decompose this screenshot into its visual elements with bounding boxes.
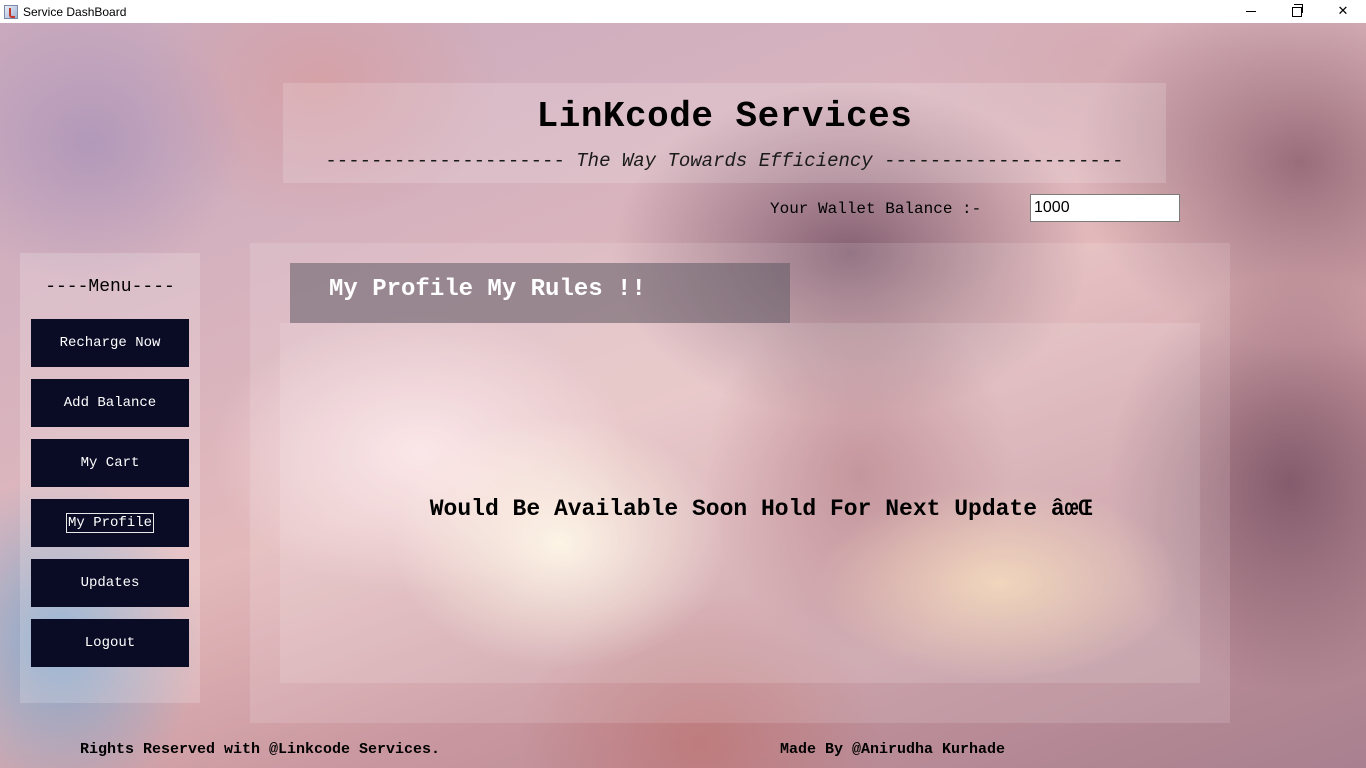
menu-heading: ----Menu---- <box>45 277 175 297</box>
recharge-now-button[interactable]: Recharge Now <box>31 319 189 367</box>
close-icon: ✕ <box>1337 4 1349 19</box>
footer-credit: Made By @Anirudha Kurhade <box>780 741 1006 758</box>
window-title: Service DashBoard <box>23 4 127 19</box>
logout-label: Logout <box>84 635 136 651</box>
tagline-dashes-right: --------------------- <box>884 150 1124 172</box>
wallet-balance-field[interactable] <box>1030 194 1180 222</box>
tagline-text: The Way Towards Efficiency <box>576 150 873 172</box>
tagline: --------------------- The Way Towards Ef… <box>283 150 1166 172</box>
my-profile-button[interactable]: My Profile <box>31 499 189 547</box>
section-heading: My Profile My Rules !! <box>329 276 646 303</box>
my-cart-button[interactable]: My Cart <box>31 439 189 487</box>
my-cart-label: My Cart <box>80 455 140 471</box>
logout-button[interactable]: Logout <box>31 619 189 667</box>
updates-button[interactable]: Updates <box>31 559 189 607</box>
app-title: LinKcode Services <box>536 96 913 137</box>
minimize-button[interactable] <box>1228 0 1274 23</box>
restore-button[interactable] <box>1274 0 1320 23</box>
add-balance-button[interactable]: Add Balance <box>31 379 189 427</box>
wallet-balance-label: Your Wallet Balance :- <box>770 200 982 218</box>
my-profile-label: My Profile <box>65 513 154 533</box>
footer-rights: Rights Reserved with @Linkcode Services. <box>80 741 441 758</box>
availability-notice: Would Be Available Soon Hold For Next Up… <box>429 496 1093 522</box>
minimize-icon <box>1246 11 1256 12</box>
window-titlebar: Service DashBoard ✕ <box>0 0 1366 23</box>
tagline-dashes-left: --------------------- <box>325 150 565 172</box>
window-controls: ✕ <box>1228 0 1366 23</box>
restore-icon <box>1292 3 1303 17</box>
add-balance-label: Add Balance <box>63 395 157 411</box>
java-app-icon <box>4 4 18 19</box>
recharge-now-label: Recharge Now <box>59 335 161 351</box>
updates-label: Updates <box>80 575 140 591</box>
close-button[interactable]: ✕ <box>1320 0 1366 23</box>
